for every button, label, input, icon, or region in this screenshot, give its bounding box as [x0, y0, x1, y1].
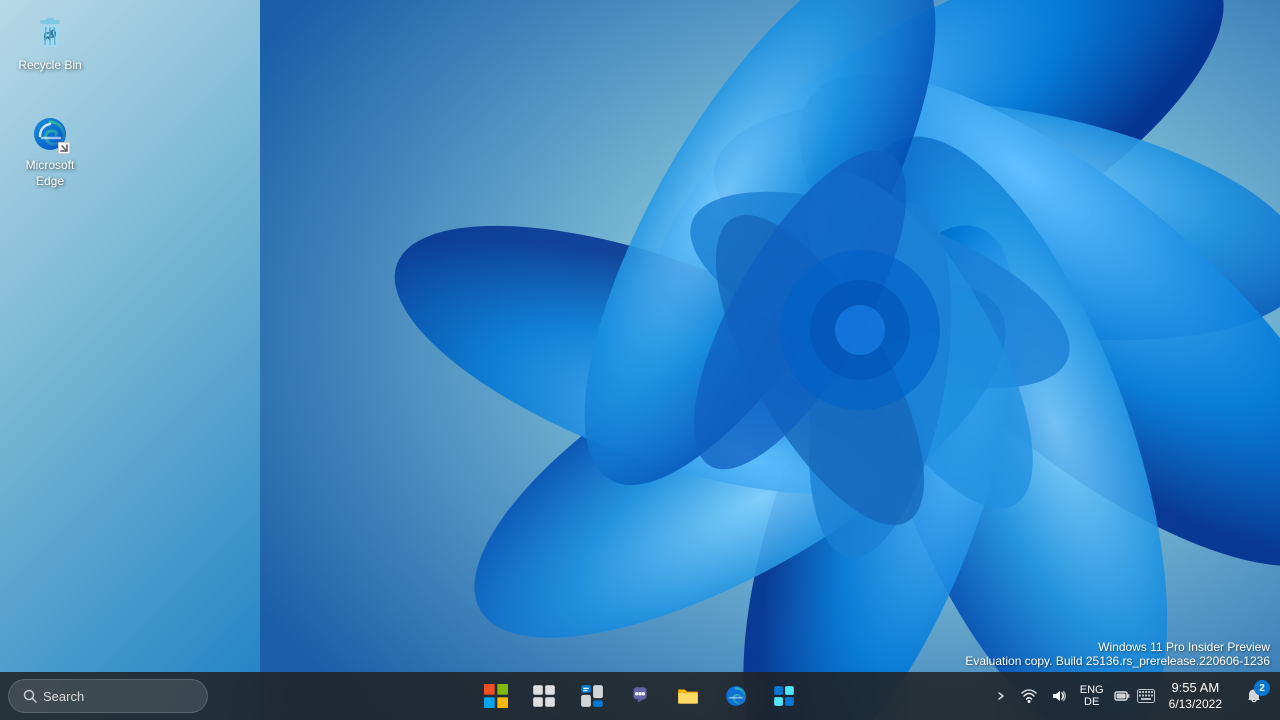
- system-tray: ENG DE: [989, 672, 1280, 720]
- show-hidden-icons-button[interactable]: [989, 674, 1013, 718]
- file-explorer-button[interactable]: [666, 674, 710, 718]
- microsoft-edge-label: Microsoft Edge: [14, 158, 86, 189]
- clock-time: 9:55 AM: [1171, 680, 1219, 697]
- clock-date: 6/13/2022: [1169, 697, 1222, 713]
- edge-taskbar-button[interactable]: [714, 674, 758, 718]
- wallpaper-bloom: [260, 0, 1280, 720]
- notification-center-button[interactable]: 2: [1234, 674, 1274, 718]
- recycle-bin-icon[interactable]: Recycle Bin: [10, 10, 90, 78]
- chat-button[interactable]: [618, 674, 662, 718]
- taskbar-center: [474, 674, 806, 718]
- task-view-button[interactable]: [522, 674, 566, 718]
- microsoft-edge-image: [30, 114, 70, 154]
- volume-button[interactable]: [1045, 674, 1073, 718]
- search-label: Search: [43, 689, 84, 704]
- widgets-button[interactable]: [570, 674, 614, 718]
- taskbar: Search: [0, 672, 1280, 720]
- start-button[interactable]: [474, 674, 518, 718]
- microsoft-edge-icon[interactable]: Microsoft Edge: [10, 110, 90, 193]
- recycle-bin-label: Recycle Bin: [18, 58, 81, 74]
- shortcut-arrow: [58, 142, 70, 154]
- desktop: Recycle Bin: [0, 0, 1280, 720]
- language-bottom: DE: [1084, 696, 1099, 708]
- search-box[interactable]: Search: [8, 679, 208, 713]
- clock[interactable]: 9:55 AM 6/13/2022: [1159, 674, 1232, 718]
- recycle-bin-image: [30, 14, 70, 54]
- language-indicator[interactable]: ENG DE: [1075, 674, 1109, 718]
- ime-button[interactable]: [1135, 674, 1157, 718]
- language-top: ENG: [1080, 684, 1104, 696]
- store-button[interactable]: [762, 674, 806, 718]
- battery-button[interactable]: [1111, 674, 1133, 718]
- network-button[interactable]: [1015, 674, 1043, 718]
- search-icon: [23, 689, 37, 703]
- notification-badge: 2: [1254, 680, 1270, 696]
